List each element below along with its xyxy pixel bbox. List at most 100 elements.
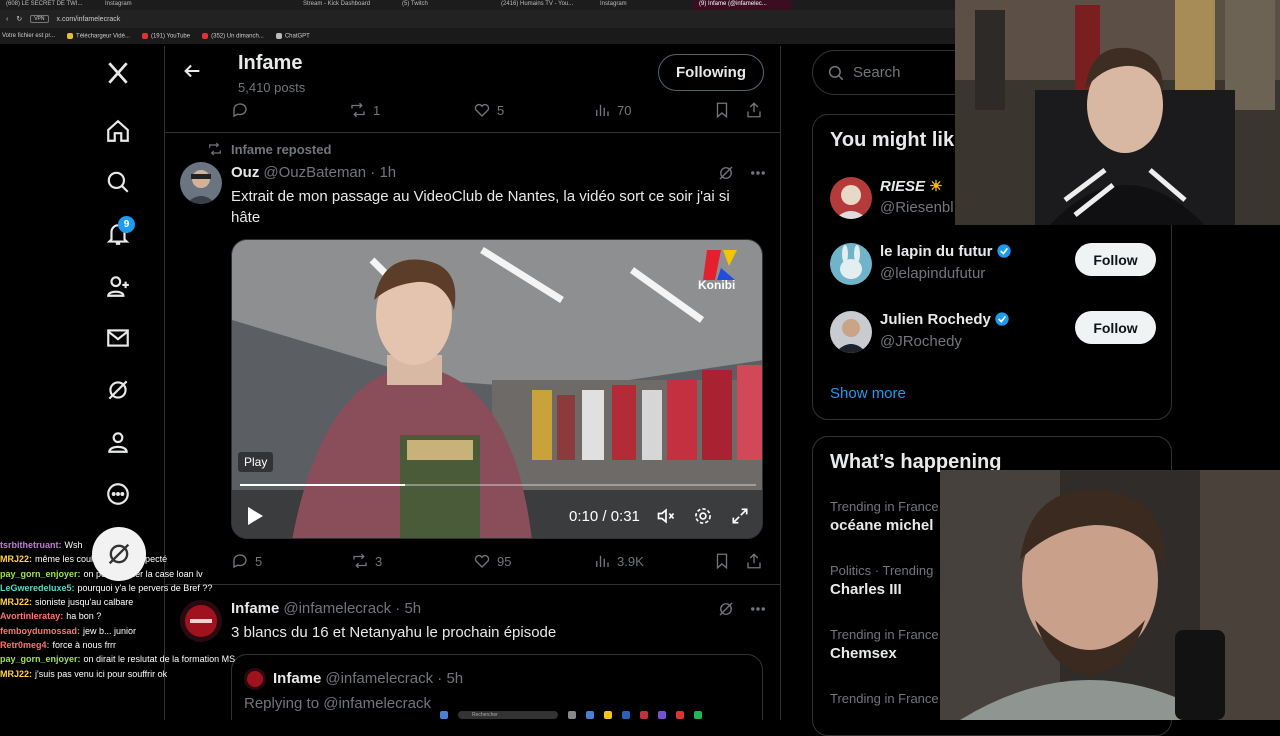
reply-icon <box>233 103 247 118</box>
settings-gear-icon[interactable] <box>693 506 713 526</box>
chat-text: pourquoi y'a le pervers de Bref ?? <box>77 582 213 593</box>
suggestion-item[interactable]: le lapin du futur @lelapindufutur Follow <box>830 243 1160 299</box>
x-logo-icon[interactable] <box>104 59 132 87</box>
more-icon[interactable] <box>104 480 132 508</box>
bookmark-item[interactable]: ChatGPT <box>275 32 310 39</box>
chat-text: jew b... junior <box>83 625 137 636</box>
chat-username: pay_gorn_enjoyer: <box>0 568 81 579</box>
chat-text: ha bon ? <box>66 611 102 622</box>
back-nav-icon[interactable]: ‹ <box>6 16 8 23</box>
share-button[interactable] <box>745 101 763 119</box>
grok-icon[interactable] <box>717 600 735 618</box>
video-progress-fill <box>240 484 406 486</box>
video-progress-bar[interactable] <box>240 484 756 486</box>
suggestion-handle: @Riesenbl <box>880 199 954 216</box>
browser-tab[interactable]: Instagram <box>594 0 693 10</box>
repost-count: 1 <box>373 102 381 118</box>
chat-text: on dirait le reslutat de la formation MS <box>83 654 236 665</box>
volume-icon[interactable] <box>656 506 676 526</box>
follow-people-icon[interactable] <box>104 272 132 300</box>
taskbar-search[interactable]: Rechercher <box>458 711 558 719</box>
profile-timeline: Infame 5,410 posts Following 1 5 70 Infa <box>165 46 781 720</box>
messages-icon[interactable] <box>104 324 132 352</box>
views-icon <box>596 555 609 567</box>
share-button[interactable] <box>745 552 763 570</box>
avatar <box>830 311 872 353</box>
browser-tab[interactable] <box>198 0 297 10</box>
more-options-icon[interactable] <box>749 164 767 182</box>
heart-icon <box>474 103 490 117</box>
reload-icon[interactable]: ↻ <box>16 15 22 23</box>
browser-tab[interactable]: Stream - Kick Dashboard <box>297 0 396 10</box>
browser-tab[interactable]: (608) LE SECRET DE TWI... <box>0 0 99 10</box>
repost-indicator: Infame reposted <box>207 141 331 157</box>
bookmark-button[interactable] <box>713 101 731 119</box>
address-bar: ‹ ↻ VPN x.com/infamelecrack <box>0 10 955 28</box>
back-arrow-icon[interactable] <box>181 60 203 82</box>
reply-button[interactable] <box>231 101 249 119</box>
taskbar-app-icon[interactable] <box>604 711 612 719</box>
chat-message: femboydumossad: jew b... junior <box>0 624 250 638</box>
vpn-badge[interactable]: VPN <box>30 15 49 23</box>
video-player[interactable]: Konibi Play 0:10 / 0:31 <box>231 239 763 539</box>
bookmark-item[interactable]: Votre fichier est pr... <box>2 33 55 39</box>
browser-tab[interactable]: Instagram <box>99 0 198 10</box>
author-handle[interactable]: @OuzBateman · 1h <box>263 164 396 181</box>
following-button[interactable]: Following <box>658 54 764 91</box>
fullscreen-icon[interactable] <box>730 506 750 526</box>
url-field[interactable]: x.com/infamelecrack <box>57 16 121 23</box>
suggestion-handle: @JRochedy <box>880 333 962 350</box>
bookmark-item[interactable]: (191) YouTube <box>141 32 190 39</box>
views-button[interactable]: 3.9K <box>593 552 644 570</box>
repost-button[interactable]: 1 <box>349 101 380 119</box>
views-count: 70 <box>617 102 632 118</box>
bookmarks-bar: Votre fichier est pr... Téléchargeur Vid… <box>0 28 955 44</box>
repost-icon <box>351 102 365 118</box>
browser-tab-bar: (608) LE SECRET DE TWI... Instagram Stre… <box>0 0 955 10</box>
stream-logo-icon <box>92 527 146 581</box>
repost-button[interactable]: 3 <box>351 552 382 570</box>
grok-icon[interactable] <box>104 376 132 404</box>
more-options-icon[interactable] <box>749 600 767 618</box>
divider <box>165 584 780 585</box>
taskbar-app-icon[interactable] <box>568 711 576 719</box>
chat-message: Avortinleratay: ha bon ? <box>0 609 250 623</box>
play-icon[interactable] <box>246 506 264 526</box>
profile-header: Infame 5,410 posts Following <box>165 46 780 99</box>
bookmark-item[interactable]: Téléchargeur Vidé... <box>67 32 130 39</box>
taskbar-app-icon[interactable] <box>694 711 702 719</box>
avatar[interactable] <box>180 162 222 204</box>
bookmark-item[interactable]: (352) Un dimanch... <box>202 32 264 39</box>
follow-button[interactable]: Follow <box>1075 243 1156 276</box>
taskbar-app-icon[interactable] <box>622 711 630 719</box>
grok-icon[interactable] <box>717 164 735 182</box>
windows-start-icon[interactable] <box>440 711 448 719</box>
bookmark-button[interactable] <box>713 552 731 570</box>
views-button[interactable]: 70 <box>593 101 631 119</box>
taskbar-app-icon[interactable] <box>658 711 666 719</box>
taskbar-app-icon[interactable] <box>676 711 684 719</box>
repost-count: 3 <box>375 553 383 569</box>
sun-emoji-icon: ☀ <box>929 178 943 195</box>
like-button[interactable]: 5 <box>473 101 504 119</box>
search-input[interactable]: Search <box>853 64 901 81</box>
like-button[interactable]: 95 <box>473 552 511 570</box>
browser-tab[interactable]: (2416) Humains TV - You... <box>495 0 594 10</box>
profile-icon[interactable] <box>104 428 132 456</box>
share-icon <box>747 102 761 118</box>
like-count: 95 <box>497 553 512 569</box>
video-time: 0:10 / 0:31 <box>569 508 640 525</box>
show-more-link[interactable]: Show more <box>830 385 906 402</box>
quoted-author-name: Infame <box>273 670 322 687</box>
search-icon[interactable] <box>104 168 132 196</box>
author-handle[interactable]: @infamelecrack · 5h <box>283 600 421 617</box>
author-name[interactable]: Ouz <box>231 164 259 181</box>
taskbar-app-icon[interactable] <box>586 711 594 719</box>
suggestion-item[interactable]: Julien Rochedy @JRochedy Follow <box>830 311 1160 367</box>
share-icon <box>747 553 761 569</box>
follow-button[interactable]: Follow <box>1075 311 1156 344</box>
taskbar-app-icon[interactable] <box>640 711 648 719</box>
browser-tab[interactable]: (5) Twitch <box>396 0 495 10</box>
home-icon[interactable] <box>104 117 132 145</box>
browser-tab-active[interactable]: (9) Infame (@infamelec... <box>693 0 792 10</box>
